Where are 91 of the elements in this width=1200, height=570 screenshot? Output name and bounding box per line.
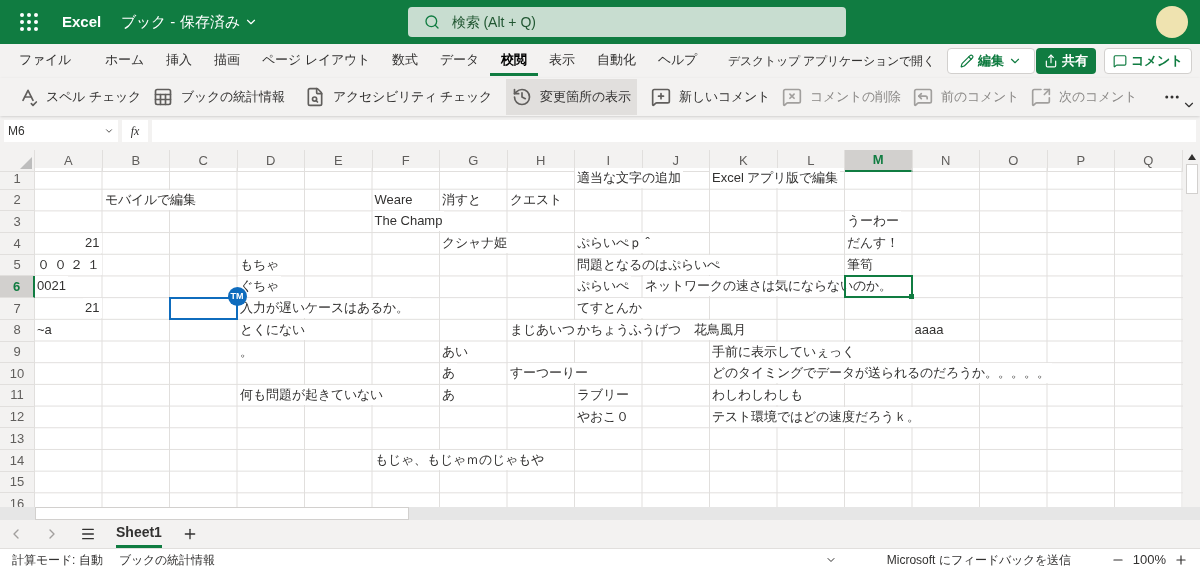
cell-text: てすとんか bbox=[575, 298, 644, 319]
column-header[interactable]: D bbox=[237, 150, 305, 172]
row-header[interactable]: 9 bbox=[0, 341, 35, 364]
name-box[interactable]: M6 bbox=[4, 120, 118, 142]
search-field[interactable]: 検索 (Alt + Q) bbox=[407, 7, 846, 37]
cell-text: 21 bbox=[83, 233, 102, 254]
scroll-up-icon[interactable] bbox=[1187, 154, 1196, 160]
column-header[interactable]: B bbox=[102, 150, 170, 172]
comment-icon bbox=[1113, 54, 1127, 68]
select-all-icon[interactable] bbox=[20, 156, 32, 169]
ribbon-tab[interactable]: ページ レイアウト bbox=[251, 46, 381, 76]
cell-text: どのタイミングでデータが送られるのだろうか。。。。。 bbox=[710, 363, 1052, 384]
ribbon-tab[interactable]: 校閲 bbox=[489, 46, 538, 76]
column-header[interactable]: G bbox=[440, 150, 508, 172]
horizontal-scrollbar[interactable] bbox=[35, 507, 409, 520]
ribbon-tab[interactable]: 挿入 bbox=[155, 46, 203, 76]
ribbon-tab[interactable]: 自動化 bbox=[585, 46, 647, 76]
row-header[interactable]: 14 bbox=[0, 449, 35, 472]
feedback-link[interactable]: Microsoft にフィードバックを送信 bbox=[886, 550, 1071, 569]
cell-text: Excel アプリ版で編集 bbox=[710, 168, 841, 188]
cell-text: 何も問題が起きていない bbox=[237, 384, 385, 405]
search-icon bbox=[423, 14, 440, 30]
scroll-thumb[interactable] bbox=[1185, 164, 1198, 194]
column-header[interactable]: Q bbox=[1115, 150, 1183, 172]
document-title[interactable]: ブック - 保存済み bbox=[121, 10, 258, 34]
column-header[interactable]: P bbox=[1047, 150, 1115, 172]
workbook-statistics[interactable]: ブックの統計情報 bbox=[118, 550, 215, 569]
row-header[interactable]: 15 bbox=[0, 471, 35, 494]
ribbon-tab[interactable]: 表示 bbox=[537, 46, 586, 76]
worksheet-grid[interactable] bbox=[35, 168, 1183, 507]
column-header[interactable]: A bbox=[35, 150, 103, 172]
toolbar-button[interactable]: ブックの統計情報 bbox=[146, 79, 291, 115]
column-header[interactable]: F bbox=[372, 150, 440, 172]
row-header[interactable]: 6 bbox=[0, 276, 35, 299]
ribbon-tab[interactable]: ファイル bbox=[8, 46, 82, 76]
row-header[interactable]: 12 bbox=[0, 406, 35, 429]
column-header[interactable]: E bbox=[305, 150, 373, 172]
pencil-icon bbox=[959, 54, 974, 68]
vertical-scrollbar[interactable] bbox=[1183, 150, 1200, 507]
row-header[interactable]: 4 bbox=[0, 233, 35, 255]
cell-text: 問題となるのはぷらいぺ bbox=[575, 254, 722, 275]
app-launcher-icon[interactable] bbox=[20, 13, 38, 31]
column-header[interactable]: O bbox=[980, 150, 1048, 172]
app-name: Excel bbox=[62, 11, 102, 32]
share-icon bbox=[1044, 54, 1058, 68]
menu-icon[interactable] bbox=[80, 526, 96, 542]
row-header[interactable]: 5 bbox=[0, 254, 35, 277]
comment-back-icon bbox=[913, 87, 934, 107]
column-header[interactable]: N bbox=[912, 150, 980, 172]
zoom-level[interactable]: 100% bbox=[1132, 549, 1166, 570]
row-header[interactable]: 10 bbox=[0, 363, 35, 385]
ribbon-tab[interactable]: 数式 bbox=[380, 46, 429, 76]
open-desktop-link[interactable]: デスクトップ アプリケーションで開く bbox=[727, 52, 935, 70]
row-header[interactable]: 8 bbox=[0, 319, 35, 342]
column-header[interactable]: H bbox=[507, 150, 575, 172]
toolbar-button[interactable]: アクセシビリティ チェック bbox=[298, 79, 499, 115]
caret-icon bbox=[104, 126, 114, 136]
row-header[interactable]: 11 bbox=[0, 384, 35, 407]
cell-text: The Champ bbox=[372, 211, 445, 232]
calculation-mode[interactable]: 計算モード: 自動 bbox=[12, 550, 103, 569]
table-icon bbox=[152, 87, 173, 107]
comment-delete-icon bbox=[782, 87, 803, 107]
ribbon-tab[interactable]: ヘルプ bbox=[646, 46, 708, 76]
comments-button[interactable]: コメント bbox=[1104, 48, 1192, 74]
cell-text: 適当な文字の追加 bbox=[575, 168, 683, 188]
comment-forward-icon bbox=[1031, 87, 1052, 107]
toolbar-button[interactable]: 変更箇所の表示 bbox=[506, 79, 638, 115]
zoom-in-icon[interactable] bbox=[1174, 552, 1188, 567]
avatar[interactable] bbox=[1156, 6, 1188, 38]
cell-text: 21 bbox=[83, 298, 102, 319]
column-header[interactable]: C bbox=[170, 150, 238, 172]
history-icon bbox=[512, 87, 533, 107]
row-header[interactable]: 3 bbox=[0, 211, 35, 234]
row-header[interactable]: 2 bbox=[0, 189, 35, 212]
cell-text: すーつーりー bbox=[507, 363, 590, 384]
cell-text: 入力が遅いケースはあるか。 bbox=[237, 298, 411, 319]
edit-mode-button[interactable]: 編集 bbox=[946, 48, 1035, 74]
share-button[interactable]: 共有 bbox=[1036, 48, 1096, 74]
function-button[interactable]: fx bbox=[122, 120, 148, 142]
cell-text: クシャナ姫 bbox=[440, 233, 509, 254]
ribbon-tab[interactable]: データ bbox=[428, 46, 490, 76]
row-header[interactable]: 1 bbox=[0, 168, 35, 190]
cell-text: ぷらいぺｐ ˆ bbox=[575, 233, 652, 254]
row-header[interactable]: 13 bbox=[0, 428, 35, 450]
comment-add-icon bbox=[651, 87, 672, 107]
row-header[interactable]: 7 bbox=[0, 298, 35, 320]
ribbon-tab[interactable]: 描画 bbox=[203, 46, 251, 76]
ribbon-tab[interactable]: ホーム bbox=[94, 46, 155, 76]
toolbar-button[interactable]: 新しいコメント bbox=[645, 79, 777, 115]
column-header[interactable]: M bbox=[845, 150, 913, 172]
toolbar-button[interactable]: スペル チェック bbox=[12, 79, 147, 115]
